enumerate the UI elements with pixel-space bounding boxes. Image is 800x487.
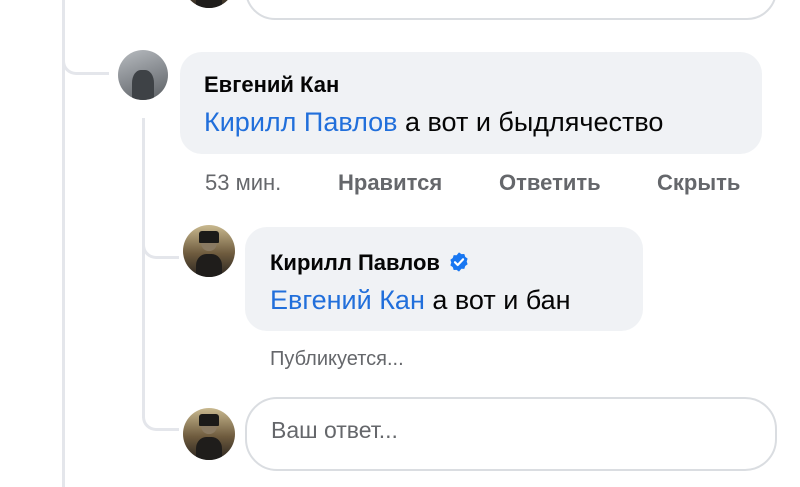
reply-author[interactable]: Кирилл Павлов	[270, 250, 470, 276]
avatar-kirill[interactable]	[183, 225, 235, 277]
reply-text-body: а вот и бан	[424, 285, 571, 315]
reply-input-cropped[interactable]	[245, 0, 777, 20]
comment-text-body: а вот и быдлячество	[397, 107, 664, 137]
comment-bubble: Евгений Кан Кирилл Павлов а вот и быдляч…	[180, 52, 762, 154]
verified-badge-icon	[450, 252, 468, 272]
thread-line-main	[62, 0, 65, 487]
thread-line-reply	[142, 118, 145, 418]
comment-text: Кирилл Павлов а вот и быдлячество	[204, 107, 663, 138]
avatar-cropped[interactable]	[183, 0, 235, 8]
mention-link[interactable]: Евгений Кан	[270, 285, 425, 315]
publishing-status: Публикуется...	[270, 348, 404, 370]
reply-bubble: Кирилл Павлов Евгений Кан а вот и бан	[245, 227, 643, 331]
mention-link[interactable]: Кирилл Павлов	[204, 107, 397, 137]
like-button[interactable]: Нравится	[338, 170, 442, 196]
hide-button[interactable]: Скрыть	[657, 170, 740, 196]
reply-input[interactable]: Ваш ответ...	[245, 397, 777, 471]
reply-text: Евгений Кан а вот и бан	[270, 285, 571, 316]
thread-connector-2	[142, 210, 179, 259]
thread-connector-3	[142, 382, 179, 431]
reply-author-name[interactable]: Кирилл Павлов	[270, 250, 440, 275]
avatar-evgeny[interactable]	[118, 50, 168, 100]
thread-connector-1	[62, 20, 109, 75]
reply-button[interactable]: Ответить	[499, 170, 601, 196]
comment-timestamp[interactable]: 53 мин.	[205, 170, 281, 196]
avatar-current-user[interactable]	[183, 408, 235, 460]
comment-author[interactable]: Евгений Кан	[204, 72, 339, 98]
comment-actions: 53 мин. Нравится Ответить Скрыть	[205, 170, 765, 198]
reply-input-placeholder: Ваш ответ...	[271, 417, 398, 443]
